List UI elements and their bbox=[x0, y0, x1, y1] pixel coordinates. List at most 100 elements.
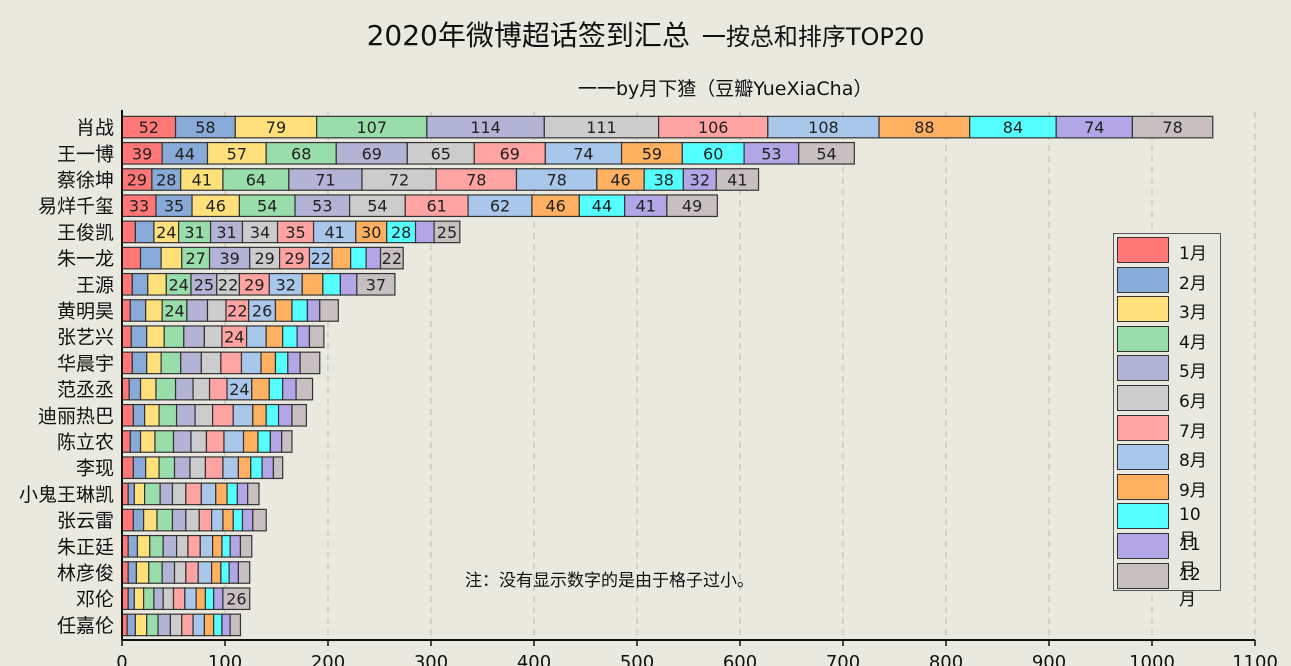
data-label: 37 bbox=[366, 275, 386, 294]
x-tick-label: 800 bbox=[929, 652, 963, 666]
bar-segment bbox=[127, 482, 135, 506]
bar-segment bbox=[146, 325, 165, 349]
bar-segment bbox=[246, 325, 267, 349]
bar-segment bbox=[272, 456, 284, 480]
data-label: 54 bbox=[367, 197, 387, 216]
bar-segment bbox=[220, 351, 243, 375]
legend-item: 8月 bbox=[1117, 444, 1217, 472]
bar-segment bbox=[291, 299, 309, 322]
bar-segment bbox=[134, 220, 155, 244]
bar-segment bbox=[195, 587, 207, 611]
data-label: 24 bbox=[164, 302, 184, 321]
legend-item: 2月 bbox=[1117, 266, 1217, 295]
data-label: 46 bbox=[206, 197, 226, 216]
data-label: 33 bbox=[129, 197, 149, 216]
data-label: 84 bbox=[1003, 118, 1023, 137]
bar-segment bbox=[296, 325, 311, 349]
bar-segment bbox=[274, 351, 289, 375]
bar-segment bbox=[205, 430, 225, 453]
category-label: 邓伦 bbox=[76, 589, 114, 611]
bar-segment bbox=[162, 587, 175, 611]
category-label: 王俊凯 bbox=[57, 222, 114, 244]
bar-segment bbox=[149, 534, 164, 558]
legend-label: 8月 bbox=[1179, 451, 1207, 472]
bar-segment bbox=[121, 220, 136, 244]
bar-segment bbox=[274, 299, 293, 322]
data-label: 22 bbox=[311, 249, 331, 268]
data-label: 22 bbox=[218, 275, 238, 294]
legend-swatch bbox=[1117, 503, 1169, 530]
data-label: 39 bbox=[132, 144, 152, 163]
bar-segment bbox=[198, 508, 213, 532]
bar-segment bbox=[192, 377, 211, 401]
bar-segment bbox=[232, 403, 254, 427]
bar-segment bbox=[132, 508, 145, 532]
data-label: 39 bbox=[219, 249, 239, 268]
legend-label: 4月 bbox=[1179, 332, 1207, 353]
bar-segment bbox=[208, 377, 228, 401]
legend-item: 5月 bbox=[1117, 355, 1217, 383]
bar-segment bbox=[277, 403, 293, 427]
chart-note: 注：没有显示数字的是由于格子过小。 bbox=[465, 571, 754, 591]
legend-item: 11月 bbox=[1117, 533, 1217, 580]
legend-swatch bbox=[1117, 473, 1169, 500]
legend-label: 9月 bbox=[1179, 480, 1207, 501]
bar-segment bbox=[204, 456, 224, 480]
bar-segment bbox=[197, 561, 213, 584]
bar-segment bbox=[172, 587, 186, 611]
legend-item: 1月 bbox=[1117, 237, 1217, 265]
data-label: 71 bbox=[315, 171, 335, 190]
bar-segment bbox=[414, 220, 435, 244]
category-label: 范丞丞 bbox=[57, 379, 114, 401]
bar-segment bbox=[241, 508, 254, 532]
legend-item: 10月 bbox=[1117, 503, 1217, 550]
bar-segment bbox=[186, 299, 209, 322]
bar-segment bbox=[239, 534, 253, 558]
bar-segment bbox=[139, 377, 157, 401]
data-label: 74 bbox=[573, 144, 593, 163]
bar-segment bbox=[185, 482, 202, 506]
bar-segment bbox=[143, 508, 158, 532]
data-label: 65 bbox=[431, 144, 451, 163]
data-label: 57 bbox=[227, 144, 247, 163]
data-label: 32 bbox=[690, 171, 710, 190]
legend-swatch bbox=[1117, 237, 1169, 263]
bar-segment bbox=[145, 456, 160, 480]
bar-segment bbox=[121, 456, 134, 480]
bar-segment bbox=[299, 351, 321, 375]
bar-segment bbox=[204, 587, 215, 611]
legend-swatch bbox=[1117, 296, 1169, 323]
bar-segment bbox=[175, 403, 196, 427]
bar-segment bbox=[136, 534, 151, 558]
bar-segment bbox=[121, 508, 134, 532]
bar-segment bbox=[185, 508, 200, 532]
bar-segment bbox=[228, 561, 239, 584]
data-label: 29 bbox=[254, 249, 274, 268]
bar-segment bbox=[121, 377, 130, 401]
legend-item: 12月 bbox=[1117, 562, 1217, 610]
data-label: 24 bbox=[156, 223, 176, 242]
category-label: 易烊千玺 bbox=[38, 196, 114, 218]
bar-segment bbox=[160, 351, 182, 375]
bar-segment bbox=[212, 403, 234, 427]
bar-segment bbox=[121, 430, 131, 453]
bar-segment bbox=[213, 587, 224, 611]
x-tick-label: 1100 bbox=[1232, 652, 1278, 666]
data-label: 114 bbox=[470, 118, 501, 137]
data-label: 29 bbox=[284, 249, 304, 268]
legend-swatch bbox=[1117, 325, 1169, 352]
bar-segment bbox=[226, 482, 238, 506]
data-label: 35 bbox=[164, 197, 184, 216]
bar-segment bbox=[158, 456, 176, 480]
data-label: 88 bbox=[914, 118, 934, 137]
x-tick-label: 300 bbox=[414, 652, 448, 666]
data-label: 106 bbox=[698, 118, 729, 137]
legend-swatch bbox=[1117, 414, 1169, 441]
bar-segment bbox=[265, 325, 284, 349]
bar-segment bbox=[143, 587, 155, 611]
legend-item: 4月 bbox=[1117, 325, 1217, 354]
legend-swatch bbox=[1117, 533, 1169, 559]
x-tick-label: 200 bbox=[311, 652, 345, 666]
bar-segment bbox=[203, 325, 223, 349]
bar-segment bbox=[242, 430, 259, 453]
